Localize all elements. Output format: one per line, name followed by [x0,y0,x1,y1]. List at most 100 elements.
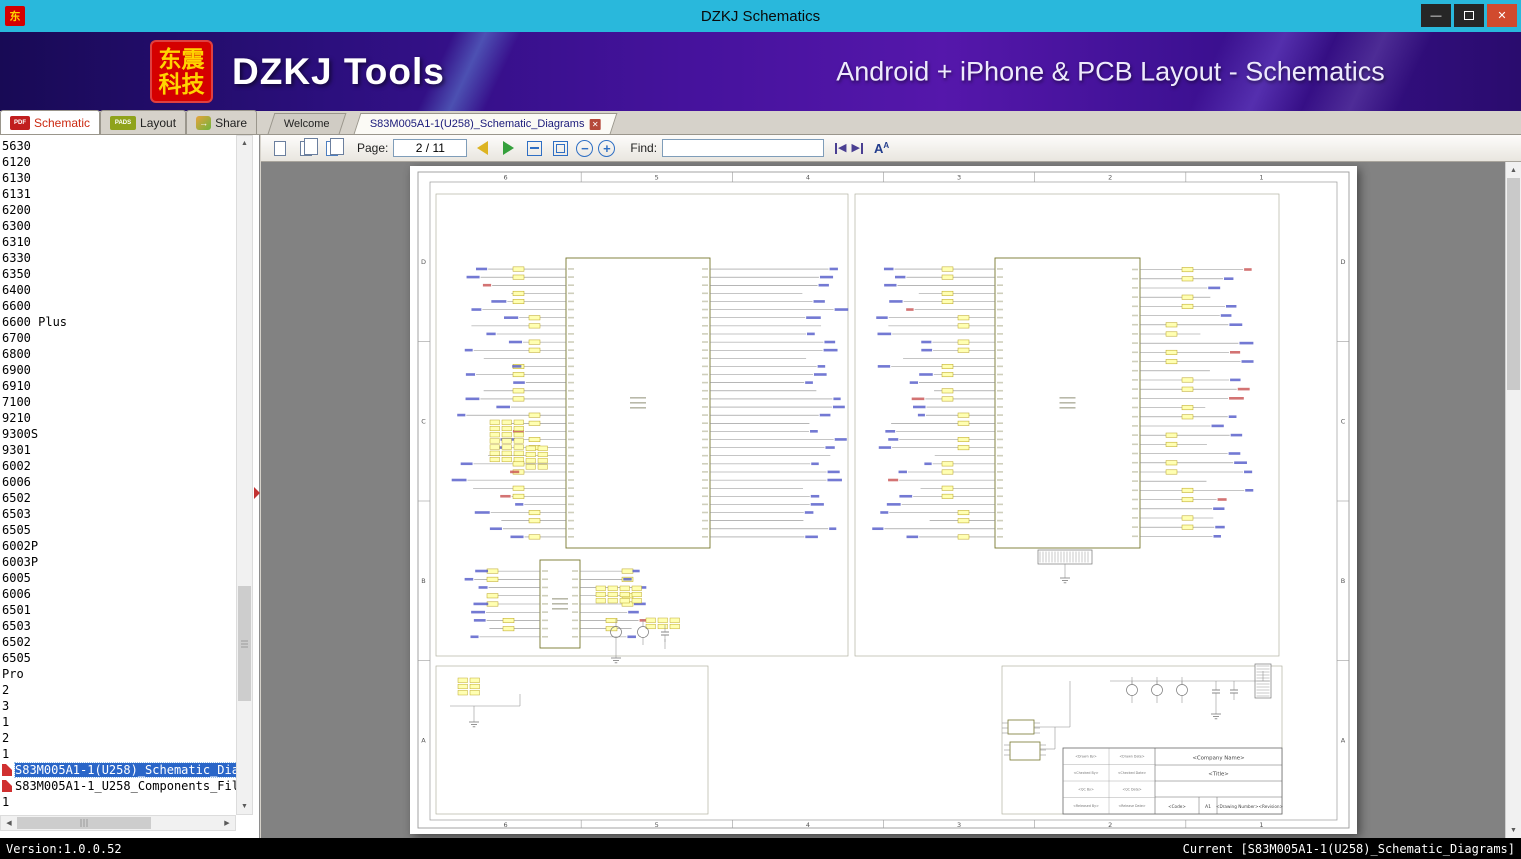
close-button[interactable]: ✕ [1487,4,1517,27]
scroll-left-icon[interactable]: ◀ [1,816,17,830]
scroll-down-icon[interactable]: ▼ [1506,822,1521,838]
sidebar-item[interactable]: 6330 [0,250,236,266]
sidebar-item-label: 6130 [2,171,31,185]
sidebar-item[interactable]: 6002 [0,458,236,474]
sidebar-item[interactable]: 6910 [0,378,236,394]
sidebar-item[interactable]: 5630 [0,138,236,154]
pdf-vscroll-thumb[interactable] [1507,178,1520,390]
pdf-viewport[interactable]: 6 6 5 5 4 4 3 3 2 2 1 1 D D C C B B A A <Drawn By> <Drawn Dat… [261,162,1505,838]
previous-page-icon[interactable] [472,138,493,159]
sidebar-item[interactable]: 6120 [0,154,236,170]
sidebar-item[interactable]: 6350 [0,266,236,282]
svg-text:5: 5 [655,174,659,182]
sidebar-item[interactable]: 6600 Plus [0,314,236,330]
sidebar-item[interactable]: 1 [0,746,236,762]
sidebar-item[interactable]: 6900 [0,362,236,378]
tab-share[interactable]: → Share [186,110,258,134]
sidebar-item[interactable]: 6502 [0,490,236,506]
svg-text:<Company Name>: <Company Name> [1192,756,1244,762]
splitter-collapse-arrow[interactable] [254,487,260,499]
sidebar-item[interactable]: 3 [0,698,236,714]
find-input[interactable] [662,139,825,157]
find-next-icon[interactable]: ▶ [852,142,863,154]
svg-text:3: 3 [957,174,961,182]
scroll-up-icon[interactable]: ▲ [1506,162,1521,178]
next-page-icon[interactable] [498,138,519,159]
sidebar-item[interactable]: 6502 [0,634,236,650]
copy-pages-icon[interactable] [295,137,318,159]
sidebar-item[interactable]: 6130 [0,170,236,186]
sidebar-item[interactable]: 2 [0,682,236,698]
sidebar-item[interactable]: 9301 [0,442,236,458]
sidebar-item[interactable]: 6503 [0,618,236,634]
tab-close-icon[interactable]: ✕ [589,118,601,130]
page-view-icon[interactable] [269,138,290,159]
sidebar-item[interactable]: 6503 [0,506,236,522]
svg-text:C: C [421,417,426,425]
multi-page-icon[interactable] [321,137,344,159]
page-input[interactable] [393,139,468,157]
svg-text:<Title>: <Title> [1208,772,1229,778]
sidebar-item[interactable]: 6005 [0,570,236,586]
sidebar-item[interactable]: 6300 [0,218,236,234]
text-size-icon[interactable]: A A [874,141,889,156]
scroll-up-icon[interactable]: ▲ [237,136,252,151]
sidebar-item[interactable]: 6501 [0,602,236,618]
sidebar-item[interactable]: 6200 [0,202,236,218]
sidebar: 5630 6120 6130 6131 6200 6300 6310 6330 6350 6400… [0,135,260,838]
sidebar-item[interactable]: 6700 [0,330,236,346]
pdf-icon: PDF [10,115,30,130]
svg-text:2: 2 [1108,821,1112,829]
sidebar-item[interactable]: 6310 [0,234,236,250]
zoom-out-icon[interactable]: − [576,139,594,157]
previous-page-glyph [477,141,489,155]
sidebar-item-label: 6700 [2,331,31,345]
window-controls: — ✕ [1418,4,1517,27]
tab-document[interactable]: S83M005A1-1(U258)_Schematic_Diagrams ✕ [353,113,617,134]
sidebar-vertical-scrollbar[interactable]: ▲ ▼ [236,135,253,815]
zoom-in-icon[interactable]: + [598,139,616,157]
sidebar-item[interactable]: 1 [0,794,236,810]
sidebar-item[interactable]: 7100 [0,394,236,410]
find-previous-icon[interactable]: ◀ [835,142,847,154]
sidebar-item[interactable]: 2 [0,730,236,746]
sidebar-item[interactable]: 6400 [0,282,236,298]
sidebar-item[interactable]: 6505 [0,522,236,538]
scroll-right-icon[interactable]: ▶ [219,816,235,830]
sidebar-item[interactable]: 6800 [0,346,236,362]
svg-text:C: C [1341,417,1346,425]
sidebar-item[interactable]: 9300S [0,426,236,442]
sidebar-vscroll-thumb[interactable] [238,586,251,701]
sidebar-item[interactable]: 6131 [0,186,236,202]
tab-schematic[interactable]: PDF Schematic [0,110,101,134]
sidebar-item[interactable]: 6006 [0,474,236,490]
scroll-down-icon[interactable]: ▼ [237,799,252,814]
sidebar-item[interactable]: 6505 [0,650,236,666]
sidebar-item[interactable]: 6006 [0,586,236,602]
sidebar-file-item[interactable]: S83M005A1-1_U258_Components_File [0,778,236,794]
logo-text-top: 东震 [158,46,205,73]
sidebar-file-item[interactable]: S83M005A1-1(U258)_Schematic_Diagrams [0,762,236,778]
tab-layout[interactable]: PADS Layout [100,110,187,134]
fit-page-icon[interactable] [550,138,571,159]
sidebar-item[interactable]: 1 [0,714,236,730]
sidebar-item[interactable]: Pro [0,666,236,682]
sidebar-item[interactable]: 6003P [0,554,236,570]
svg-text:5: 5 [655,821,659,829]
sidebar-item[interactable]: 6600 [0,298,236,314]
tab-layout-label: Layout [140,115,177,130]
fit-width-glyph [527,140,543,156]
sidebar-item[interactable]: 9210 [0,410,236,426]
pads-icon: PADS [110,115,137,130]
pdf-vertical-scrollbar[interactable]: ▲ ▼ [1505,162,1521,838]
fit-width-icon[interactable] [524,138,545,159]
sidebar-item-label: Pro [2,667,24,681]
window-title: DZKJ Schematics [700,7,821,25]
sidebar-item[interactable]: 6002P [0,538,236,554]
minimize-button[interactable]: — [1421,4,1451,27]
sidebar-hscroll-thumb[interactable] [17,817,151,829]
sidebar-horizontal-scrollbar[interactable]: ◀ ▶ [0,815,236,831]
tab-welcome[interactable]: Welcome [267,113,347,134]
maximize-button[interactable] [1454,4,1484,27]
sidebar-item-label: 3 [2,699,10,713]
